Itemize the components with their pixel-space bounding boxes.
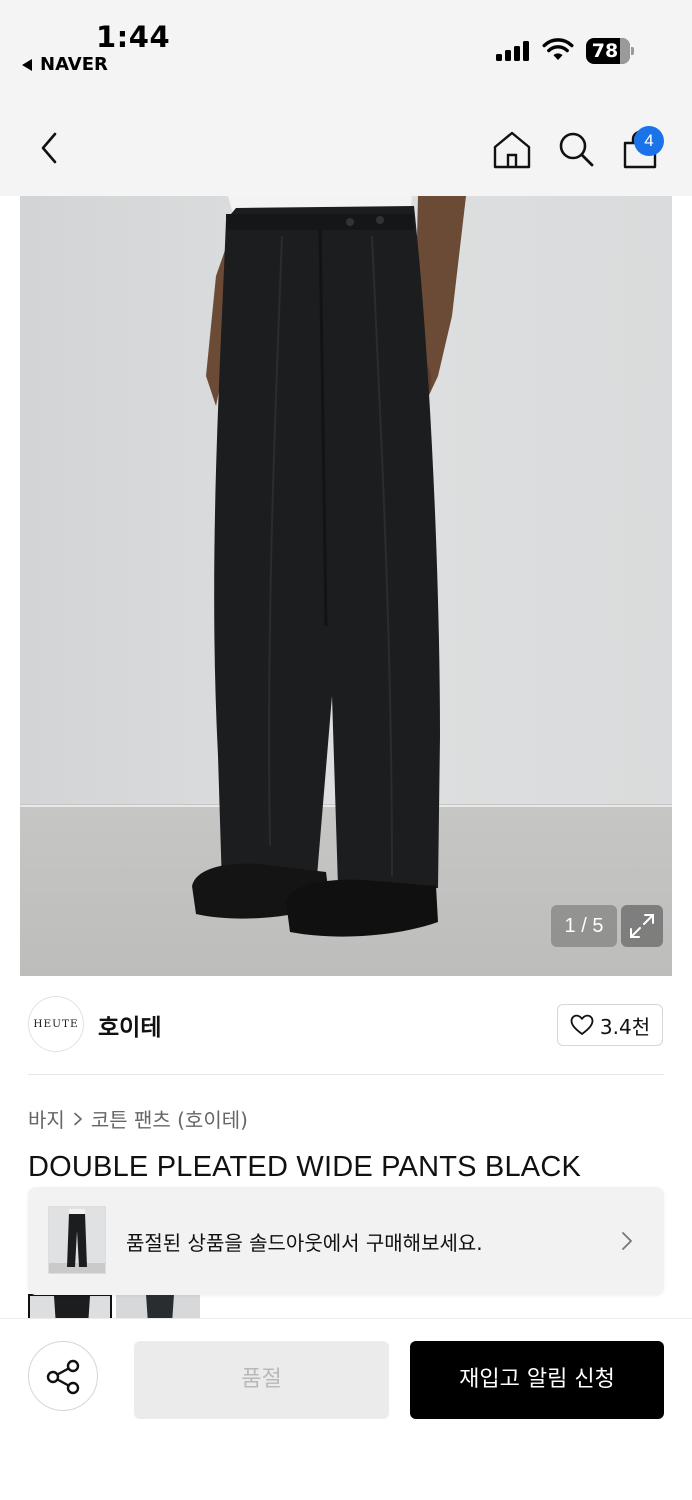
- like-count: 3.4천: [599, 1014, 651, 1039]
- status-bar: 1:44 NAVER 78: [0, 0, 692, 96]
- image-counter: 1 / 5: [551, 905, 617, 947]
- heart-icon: [570, 1014, 594, 1035]
- cart-count-badge: 4: [634, 126, 664, 156]
- wifi-icon: [542, 38, 574, 60]
- top-nav-bar: [0, 96, 692, 196]
- divider: [28, 1074, 664, 1075]
- expand-icon[interactable]: [621, 905, 663, 947]
- banner-text: 품절된 상품을 솔드아웃에서 구매해보세요.: [126, 1231, 483, 1255]
- home-icon[interactable]: [490, 128, 534, 172]
- chevron-right-icon: [622, 1232, 632, 1250]
- breadcrumb-category[interactable]: 바지: [28, 1104, 65, 1133]
- soldout-banner[interactable]: 품절된 상품을 솔드아웃에서 구매해보세요.: [28, 1187, 664, 1295]
- product-main-image[interactable]: [20, 196, 672, 976]
- battery-indicator: 78: [586, 38, 634, 64]
- status-time: 1:44: [96, 20, 171, 54]
- brand-logo[interactable]: HEUTE: [28, 996, 84, 1052]
- product-title: DOUBLE PLEATED WIDE PANTS BLACK: [28, 1151, 582, 1183]
- cellular-signal-icon: [496, 41, 529, 61]
- like-button[interactable]: 3.4천: [557, 1004, 663, 1046]
- back-to-app-link[interactable]: NAVER: [22, 54, 108, 75]
- battery-percent: 78: [591, 40, 619, 62]
- restock-alert-button[interactable]: 재입고 알림 신청: [410, 1341, 664, 1419]
- breadcrumb-subcategory[interactable]: 코튼 팬츠 (호이테): [91, 1104, 248, 1133]
- chevron-right-icon: [74, 1112, 82, 1125]
- share-button[interactable]: [28, 1341, 98, 1411]
- breadcrumb: 바지 코튼 팬츠 (호이테): [28, 1104, 248, 1133]
- search-icon[interactable]: [554, 128, 598, 172]
- banner-thumbnail: [48, 1206, 106, 1274]
- share-icon: [46, 1359, 80, 1395]
- back-triangle-icon: [22, 58, 32, 71]
- back-app-label: NAVER: [40, 54, 108, 75]
- back-chevron-icon[interactable]: [30, 128, 70, 168]
- brand-name[interactable]: 호이테: [98, 1008, 161, 1042]
- product-photo: [20, 196, 672, 976]
- soldout-button[interactable]: 품절: [134, 1341, 389, 1419]
